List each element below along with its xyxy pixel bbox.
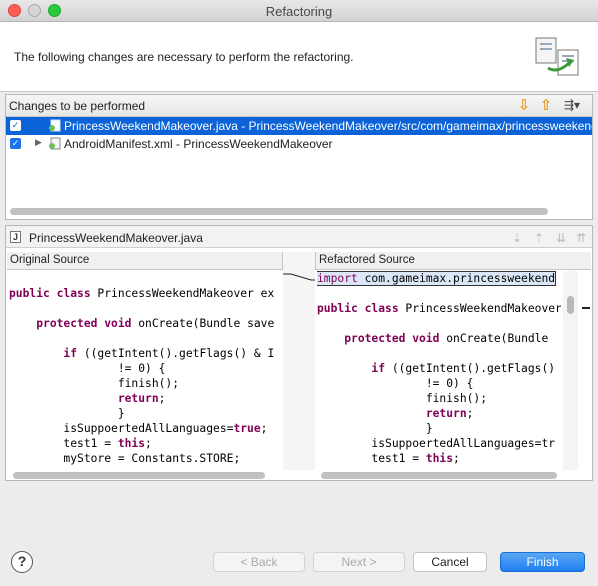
original-source-editor[interactable]: public class PrincessWeekendMakeover ex … <box>9 271 283 470</box>
code-line: if ((getIntent().getFlags() & I <box>63 347 275 360</box>
code-line: import com.gameimax.princessweekend <box>317 271 557 286</box>
change-overview-marker[interactable] <box>582 307 590 309</box>
finish-button[interactable]: Finish <box>500 552 585 572</box>
diff-connector <box>283 273 315 281</box>
refactoring-wizard-icon <box>535 37 579 76</box>
refactoring-dialog: Refactoring The following changes are ne… <box>0 0 598 586</box>
wizard-header: The following changes are necessary to p… <box>0 22 598 92</box>
previous-difference-icon[interactable]: ⇡ <box>532 231 546 245</box>
code-line: != 0) { <box>9 362 166 375</box>
filter-menu-icon[interactable]: ⇶▾ <box>564 98 588 114</box>
next-button[interactable]: Next > <box>313 552 405 572</box>
window-title: Refactoring <box>265 4 333 19</box>
code-text: PrincessWeekendMakeover ex <box>97 287 275 300</box>
next-change-arrow-icon[interactable]: ⇩ <box>516 97 532 114</box>
changes-horizontal-scrollbar[interactable] <box>10 208 548 215</box>
refactored-horizontal-scrollbar[interactable] <box>321 472 557 479</box>
code-line: != 0) { <box>317 377 474 390</box>
help-button[interactable]: ? <box>11 551 33 573</box>
previous-change-icon[interactable]: ⇈ <box>574 231 588 245</box>
original-source-header: Original Source <box>7 252 283 270</box>
code-line: myStore = Constants.STORE; <box>9 452 241 465</box>
change-item-java[interactable]: ✓ PrincessWeekendMakeover.java - Princes… <box>6 117 592 135</box>
preview-file-title: PrincessWeekendMakeover.java <box>29 231 203 245</box>
scrollbar-thumb[interactable] <box>567 296 574 314</box>
change-item-manifest[interactable]: ✓ ▶ AndroidManifest.xml - PrincessWeeken… <box>6 135 592 153</box>
code-line: finish(); <box>317 392 488 405</box>
diff-gutter <box>283 252 315 470</box>
code-line: } <box>9 407 125 420</box>
code-line: ... . . ... <box>317 466 561 470</box>
code-line: protected void onCreate(Bundle save <box>36 317 275 330</box>
changes-panel: Changes to be performed ⇩ ⇧ ⇶▾ ✓ Princes… <box>5 94 593 220</box>
code-line: finish(); <box>9 377 180 390</box>
back-button[interactable]: < Back <box>213 552 305 572</box>
checkbox-checked-icon[interactable]: ✓ <box>10 138 21 149</box>
title-bar: Refactoring <box>0 0 598 22</box>
code-line: public class PrincessWeekendMakeover <box>317 302 561 315</box>
checkbox-checked-icon[interactable]: ✓ <box>10 120 21 131</box>
preview-header: J PrincessWeekendMakeover.java ⇣ ⇡ ⇊ ⇈ <box>6 226 592 248</box>
code-line: return; <box>425 407 474 420</box>
xml-file-icon <box>49 137 61 150</box>
next-difference-icon[interactable]: ⇣ <box>510 231 524 245</box>
code-line: isSuppoertedAllLanguages=true; <box>9 422 268 435</box>
refactored-source-editor[interactable]: import com.gameimax.princessweekend publ… <box>317 271 561 470</box>
changes-panel-title: Changes to be performed <box>9 99 146 113</box>
cancel-button[interactable]: Cancel <box>413 552 487 572</box>
change-item-label: AndroidManifest.xml - PrincessWeekendMak… <box>64 137 333 151</box>
java-file-icon: J <box>10 231 21 243</box>
header-message: The following changes are necessary to p… <box>14 50 354 64</box>
code-line: isSuppoertedAllLanguages=tr <box>317 437 556 450</box>
code-line: if ((getIntent().getFlags() <box>371 362 556 375</box>
code-line: protected void onCreate(Bundle <box>344 332 549 345</box>
preview-panel: J PrincessWeekendMakeover.java ⇣ ⇡ ⇊ ⇈ O… <box>5 225 593 481</box>
original-horizontal-scrollbar[interactable] <box>13 472 265 479</box>
refactored-vertical-scrollbar[interactable] <box>563 271 578 470</box>
next-change-icon[interactable]: ⇊ <box>554 231 568 245</box>
previous-change-arrow-icon[interactable]: ⇧ <box>538 97 554 114</box>
change-item-label: PrincessWeekendMakeover.java - PrincessW… <box>64 119 592 133</box>
expand-triangle-icon[interactable]: ▶ <box>35 137 42 148</box>
java-file-icon <box>49 119 61 132</box>
code-line: public class PrincessWeekendMakeover ex <box>9 287 275 300</box>
changes-panel-header: Changes to be performed ⇩ ⇧ ⇶▾ <box>6 95 592 117</box>
code-line: ... . . ... <box>9 466 283 470</box>
code-line: test1 = this; <box>9 437 152 450</box>
code-line: test1 = this; <box>317 452 460 465</box>
code-line: return; <box>117 392 166 405</box>
code-line: } <box>317 422 433 435</box>
refactored-source-header: Refactored Source <box>315 252 591 270</box>
